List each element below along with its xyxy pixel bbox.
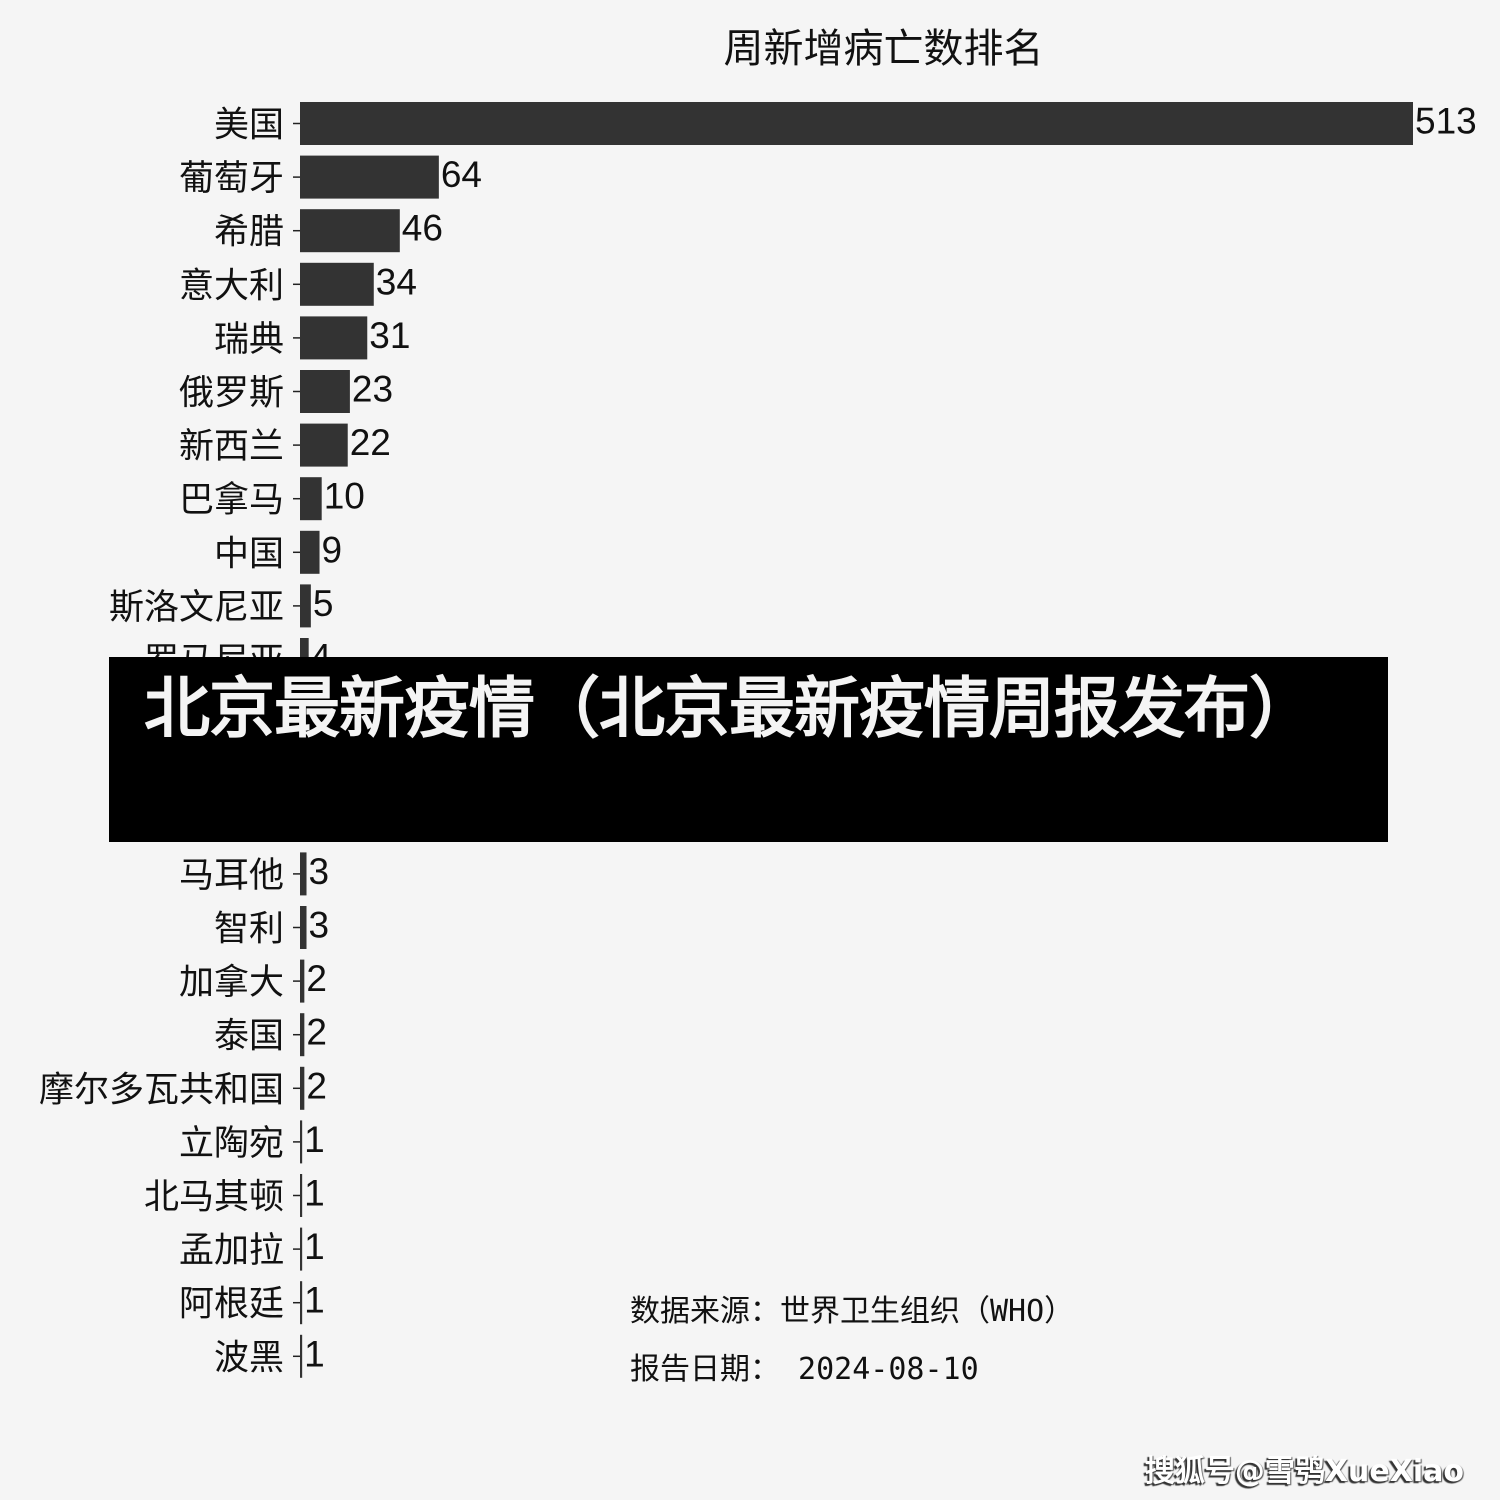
category-label: 马耳他 [179,856,284,896]
value-label: 2 [306,1065,327,1106]
category-label: 意大利 [179,266,284,306]
category-label: 阿根廷 [179,1285,284,1325]
headline-text: 北京最新疫情（北京最新疫情周报发布） [144,670,1315,747]
value-label: 1 [304,1333,325,1374]
value-label: 2 [306,958,327,999]
value-label: 1 [304,1119,325,1160]
value-label: 3 [309,851,330,892]
category-label: 希腊 [214,213,284,253]
category-label: 俄罗斯 [179,374,284,414]
bar [300,959,305,1003]
value-label: 3 [309,905,330,946]
category-label: 美国 [214,106,284,146]
value-label: 31 [369,315,410,356]
value-label: 22 [350,422,391,463]
category-label: 泰国 [214,1017,284,1057]
report-date: 报告日期： 2024-08-10 [630,1352,979,1387]
value-label: 1 [304,1280,325,1321]
category-label: 加拿大 [179,963,284,1003]
value-label: 23 [352,369,393,410]
category-label: 巴拿马 [179,481,284,521]
bar [300,316,368,360]
bar [300,1334,303,1378]
bar [300,370,350,413]
category-label: 瑞典 [214,320,284,360]
value-label: 10 [324,476,365,517]
bar [300,906,307,949]
value-label: 46 [402,208,443,249]
category-label: 波黑 [214,1338,284,1378]
category-label: 孟加拉 [179,1231,284,1271]
bar [300,262,374,306]
data-source-note: 数据来源：世界卫生组织（WHO） [630,1294,1075,1329]
category-label: 新西兰 [179,427,284,467]
category-label: 智利 [214,910,284,950]
bar [300,477,322,521]
category-label: 斯洛文尼亚 [109,588,284,628]
value-label: 9 [322,529,343,570]
value-label: 2 [306,1012,327,1053]
bar [300,102,1413,145]
bar [300,1013,305,1057]
bar [300,1174,303,1217]
bar [300,852,307,896]
category-label: 葡萄牙 [179,159,284,199]
value-label: 513 [1415,101,1477,142]
value-label: 1 [304,1173,325,1214]
category-label: 北马其顿 [144,1178,284,1218]
headline-banner: 北京最新疫情（北京最新疫情周报发布） [109,657,1388,842]
watermark: 搜狐号@雪鸮XueXiao [1144,1454,1464,1489]
category-label: 中国 [214,534,284,574]
bar [300,1281,303,1325]
value-label: 64 [441,154,482,195]
bar [300,155,439,199]
bar [300,530,320,574]
bar [300,584,311,628]
bar [300,209,400,253]
bar [300,1066,305,1110]
bar [300,423,348,467]
bar [300,1227,303,1271]
value-label: 34 [376,261,417,302]
category-label: 摩尔多瓦共和国 [39,1070,284,1110]
value-label: 5 [313,583,334,624]
value-label: 1 [304,1226,325,1267]
category-label: 立陶宛 [179,1124,284,1164]
bar [300,1120,303,1164]
